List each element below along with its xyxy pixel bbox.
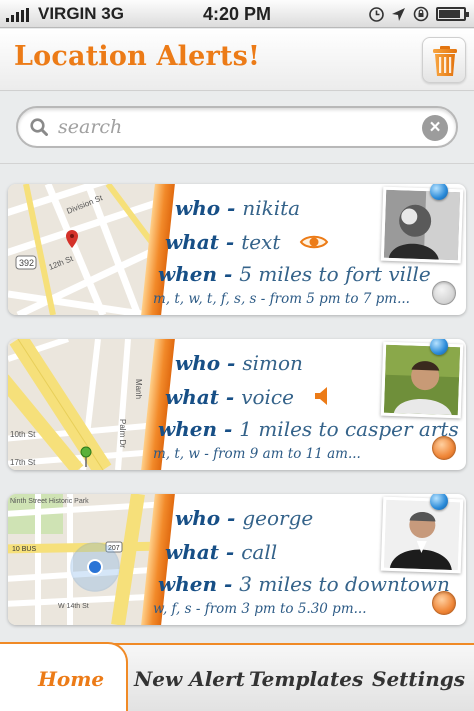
map-thumbnail: Ninth Street Historic Park 10 BUS 207 W …	[8, 494, 160, 625]
who-line: who - nikita	[175, 196, 300, 220]
schedule-text: m, t, w - from 9 am to 11 am...	[153, 446, 361, 462]
what-line: what - call	[165, 540, 277, 564]
when-value: 3 miles to downtown	[239, 572, 450, 596]
what-line: what - voice	[165, 385, 334, 409]
status-bar: VIRGIN 3G 4:20 PM	[0, 0, 474, 28]
alert-card[interactable]: Ninth Street Historic Park 10 BUS 207 W …	[8, 494, 466, 625]
what-value: text	[241, 230, 281, 254]
alert-toggle[interactable]	[432, 281, 456, 305]
when-label: when -	[158, 572, 240, 596]
trash-icon	[433, 46, 457, 76]
who-line: who - simon	[175, 351, 303, 375]
what-label: what -	[165, 540, 242, 564]
who-label: who -	[175, 506, 243, 530]
search-field[interactable]: ×	[16, 106, 458, 148]
map-label: Manh	[134, 379, 143, 399]
schedule-text: w, f, s - from 3 pm to 5.30 pm...	[153, 601, 367, 617]
battery-icon	[436, 7, 469, 21]
tab-templates[interactable]: Templates	[249, 667, 363, 691]
when-label: when -	[158, 262, 240, 286]
map-label: 10th St	[10, 430, 36, 439]
speaker-icon	[315, 387, 328, 405]
rotation-lock-icon	[413, 6, 429, 22]
who-value: simon	[242, 351, 303, 375]
app-header: Location Alerts!	[0, 29, 474, 91]
contact-photo	[380, 496, 464, 574]
who-value: george	[242, 506, 314, 530]
clear-search-button[interactable]: ×	[422, 115, 448, 141]
when-label: when -	[158, 417, 240, 441]
search-icon	[30, 118, 48, 136]
alert-card[interactable]: Manh Palm Dr 10th St 17th St who - simon…	[8, 339, 466, 470]
trash-button[interactable]	[422, 37, 466, 83]
alert-toggle[interactable]	[432, 436, 456, 460]
what-label: what -	[165, 230, 242, 254]
avatar	[383, 189, 461, 261]
map-label: W 14th St	[58, 603, 89, 610]
location-arrow-icon	[392, 7, 405, 21]
map-label: Ninth Street Historic Park	[10, 498, 89, 505]
when-value: 1 miles to casper arts	[239, 417, 459, 441]
map-label: 10 BUS	[12, 546, 36, 553]
alert-toggle[interactable]	[432, 591, 456, 615]
what-label: what -	[165, 385, 242, 409]
map-thumbnail: Manh Palm Dr 10th St 17th St	[8, 339, 160, 470]
map-label: 392	[19, 258, 34, 268]
what-value: call	[241, 540, 278, 564]
tab-new-alert[interactable]: New Alert	[134, 667, 245, 691]
when-line: when - 1 miles to casper arts	[158, 417, 459, 441]
when-line: when - 3 miles to downtown	[158, 572, 450, 596]
tab-bar: Home New Alert Templates Settings	[0, 642, 474, 711]
when-line: when - 5 miles to fort ville	[158, 262, 431, 286]
map-label: 17th St	[10, 458, 36, 467]
eye-icon	[299, 235, 328, 249]
tab-settings[interactable]: Settings	[372, 667, 465, 691]
when-value: 5 miles to fort ville	[239, 262, 431, 286]
map-label: Palm Dr	[118, 419, 127, 448]
map-thumbnail: 392 12th St Division St	[8, 184, 160, 315]
search-bar: ×	[0, 92, 474, 164]
who-value: nikita	[242, 196, 301, 220]
contact-photo	[380, 341, 464, 419]
clock-icon	[369, 6, 384, 22]
what-line: what - text	[165, 230, 329, 254]
page-title: Location Alerts!	[14, 41, 261, 72]
tab-home[interactable]: Home	[38, 667, 104, 691]
avatar	[383, 499, 461, 571]
who-label: who -	[175, 351, 243, 375]
contact-photo	[380, 186, 464, 264]
close-icon: ×	[429, 117, 441, 138]
avatar	[383, 344, 461, 416]
alert-card[interactable]: 392 12th St Division St who - nikita wha…	[8, 184, 466, 315]
schedule-text: m, t, w, t, f, s, s - from 5 pm to 7 pm.…	[153, 291, 410, 307]
who-line: who - george	[175, 506, 313, 530]
search-input[interactable]	[58, 114, 398, 140]
status-icons	[369, 6, 469, 22]
who-label: who -	[175, 196, 243, 220]
what-value: voice	[241, 385, 294, 409]
